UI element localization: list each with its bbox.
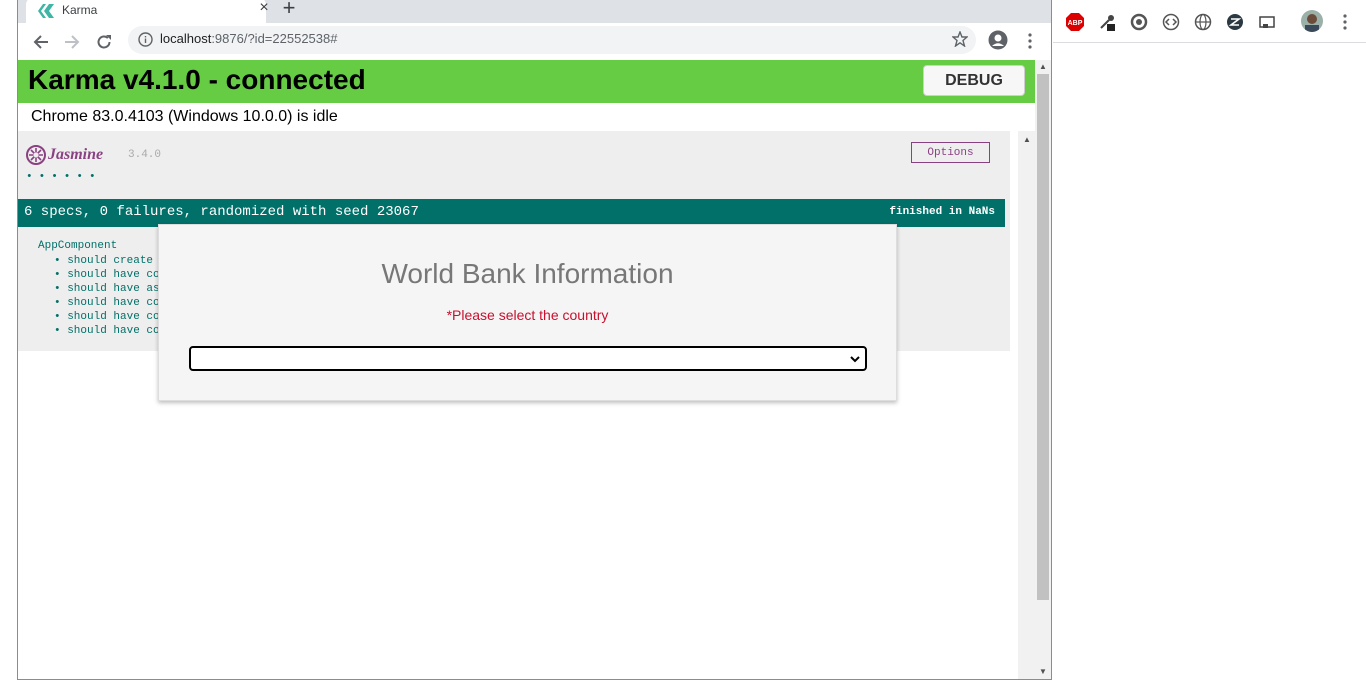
karma-favicon-icon: [38, 4, 54, 23]
avatar[interactable]: [1301, 10, 1323, 32]
browser-window: Karma × + localhost:9876/?id=22552538# K…: [17, 0, 1052, 680]
summary-text[interactable]: 6 specs, 0 failures, randomized with see…: [24, 204, 419, 220]
cast-icon[interactable]: [1257, 12, 1277, 32]
browser-toolbar: localhost:9876/?id=22552538#: [18, 23, 1051, 60]
tab-title: Karma: [62, 3, 98, 17]
jasmine-logo: Jasmine: [26, 145, 103, 165]
duration-text: finished in NaNs: [889, 206, 995, 218]
svg-text:ABP: ABP: [1068, 20, 1083, 27]
url-text: localhost:9876/?id=22552538#: [160, 31, 338, 46]
new-tab-button[interactable]: +: [278, 0, 300, 20]
scroll-down-icon[interactable]: ▼: [1039, 667, 1047, 676]
profile-icon[interactable]: [988, 30, 1008, 55]
jasmine-logo-text: Jasmine: [48, 146, 104, 163]
jasmine-version: 3.4.0: [128, 149, 162, 161]
chevron-down-icon: [849, 352, 861, 370]
scroll-up-icon[interactable]: ▲: [1023, 135, 1031, 144]
eyedropper-icon[interactable]: [1097, 12, 1117, 32]
spec-item[interactable]: should have co: [54, 268, 159, 282]
z-icon[interactable]: [1225, 12, 1245, 32]
info-icon[interactable]: [138, 32, 153, 52]
spec-dots: ••••••: [26, 171, 102, 183]
spec-item[interactable]: should have co: [54, 324, 159, 338]
code-icon[interactable]: [1161, 12, 1181, 32]
country-card: World Bank Information *Please select th…: [158, 224, 897, 401]
app-title: World Bank Information: [381, 258, 674, 289]
tab-karma[interactable]: Karma ×: [26, 0, 269, 23]
scroll-up-icon[interactable]: ▲: [1039, 62, 1047, 71]
spec-item[interactable]: should create: [54, 254, 160, 268]
spec-item[interactable]: should have co: [54, 310, 159, 324]
page-content: Karma v4.1.0 - connected DEBUG Chrome 83…: [18, 60, 1035, 679]
inner-scrollbar[interactable]: ▲: [1018, 131, 1035, 679]
spec-item[interactable]: should have as: [54, 282, 159, 296]
browser-menu-icon[interactable]: [1024, 29, 1036, 53]
background-browser-toolbar: ABP: [1053, 0, 1366, 43]
address-bar[interactable]: localhost:9876/?id=22552538#: [128, 26, 976, 54]
tab-strip: Karma × +: [18, 0, 1051, 23]
spec-list: should create should have co should have…: [54, 254, 160, 338]
karma-title: Karma v4.1.0 - connected: [28, 64, 366, 95]
spec-item[interactable]: should have co: [54, 296, 159, 310]
country-hint: *Please select the country: [446, 307, 609, 323]
debug-button[interactable]: DEBUG: [923, 65, 1025, 96]
scrollbar-thumb[interactable]: [1037, 74, 1049, 600]
page-scrollbar[interactable]: ▲ ▼: [1035, 60, 1051, 679]
globe-icon[interactable]: [1193, 12, 1213, 32]
refresh-circle-icon[interactable]: [1129, 12, 1149, 32]
kebab-icon[interactable]: [1335, 12, 1355, 32]
browser-status: Chrome 83.0.4103 (Windows 10.0.0) is idl…: [31, 108, 338, 125]
country-select[interactable]: [189, 346, 867, 371]
reload-icon[interactable]: [93, 31, 115, 53]
suite-name[interactable]: AppComponent: [38, 240, 117, 252]
forward-arrow-icon[interactable]: [61, 31, 83, 53]
close-icon[interactable]: ×: [256, 0, 272, 17]
star-icon[interactable]: [951, 30, 969, 52]
karma-banner: Karma v4.1.0 - connected DEBUG: [18, 60, 1035, 103]
back-arrow-icon[interactable]: [30, 31, 52, 53]
summary-bar: 6 specs, 0 failures, randomized with see…: [18, 199, 1005, 227]
options-button[interactable]: Options: [911, 142, 990, 163]
abp-icon[interactable]: ABP: [1065, 12, 1085, 32]
jasmine-flower-icon: [26, 145, 46, 165]
